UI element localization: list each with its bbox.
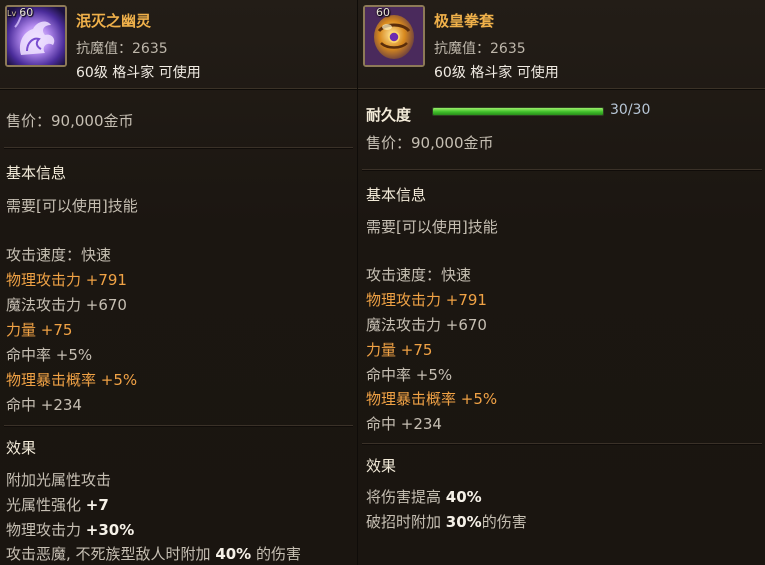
resist-value: 抗魔值：2635 bbox=[76, 41, 168, 57]
section-basic-info: 基本信息 bbox=[366, 186, 427, 204]
comparison-view: Lv 60 泯灭之幽灵 抗魔值：2635 60级 格斗家 可使用 售价：90,00… bbox=[0, 0, 765, 565]
stat-attack-speed: 攻击速度：快速 bbox=[6, 246, 112, 264]
stat-physical-crit: 物理暴击概率 +5% bbox=[366, 390, 498, 408]
effect-line: 破招时附加 30%的伤害 bbox=[366, 513, 527, 531]
stat-hit: 命中 +234 bbox=[6, 396, 82, 414]
stat-hit-rate: 命中率 +5% bbox=[366, 366, 453, 384]
durability-label: 耐久度 bbox=[366, 106, 412, 124]
stat-attack-speed: 攻击速度：快速 bbox=[366, 266, 472, 284]
section-effect: 效果 bbox=[366, 457, 397, 475]
effect-line: 附加光属性攻击 bbox=[6, 471, 112, 489]
stat-strength: 力量 +75 bbox=[6, 321, 73, 339]
effect-line: 将伤害提高 40% bbox=[366, 488, 482, 506]
price: 售价：90,000金币 bbox=[366, 134, 494, 152]
skill-requirement: 需要[可以使用]技能 bbox=[6, 197, 138, 215]
item-header-right: 60 极皇拳套 抗魔值：2635 60级 格斗家 可使用 bbox=[358, 0, 765, 89]
item-name: 极皇拳套 bbox=[434, 12, 495, 30]
section-basic-info: 基本信息 bbox=[6, 164, 67, 182]
stat-hit: 命中 +234 bbox=[366, 415, 442, 433]
effect-line: 物理攻击力 +30% bbox=[6, 521, 135, 539]
resist-value: 抗魔值：2635 bbox=[434, 41, 526, 57]
durability-fill bbox=[433, 108, 603, 115]
stat-strength: 力量 +75 bbox=[366, 341, 433, 359]
stat-physical-crit: 物理暴击概率 +5% bbox=[6, 371, 138, 389]
item-header-left: Lv 60 泯灭之幽灵 抗魔值：2635 60级 格斗家 可使用 bbox=[0, 0, 357, 89]
item-tooltip-right: 60 极皇拳套 抗魔值：2635 60级 格斗家 可使用 耐久度 30/30 售… bbox=[357, 0, 765, 565]
skill-requirement: 需要[可以使用]技能 bbox=[366, 218, 498, 236]
divider bbox=[362, 443, 762, 444]
item-level-badge: Lv 60 bbox=[7, 6, 34, 19]
stat-hit-rate: 命中率 +5% bbox=[6, 346, 93, 364]
divider bbox=[362, 169, 762, 170]
divider bbox=[4, 147, 353, 148]
section-effect: 效果 bbox=[6, 439, 37, 457]
stat-magic-attack: 魔法攻击力 +670 bbox=[6, 296, 127, 314]
stat-physical-attack: 物理攻击力 +791 bbox=[6, 271, 127, 289]
item-tooltip-left: Lv 60 泯灭之幽灵 抗魔值：2635 60级 格斗家 可使用 售价：90,00… bbox=[0, 0, 357, 565]
divider bbox=[4, 425, 353, 426]
stat-magic-attack: 魔法攻击力 +670 bbox=[366, 316, 487, 334]
effect-line: 攻击恶魔, 不死族型敌人时附加 40% 的伤害 bbox=[6, 545, 301, 563]
durability-bar bbox=[432, 107, 604, 116]
stat-physical-attack: 物理攻击力 +791 bbox=[366, 291, 487, 309]
item-level-badge: 60 bbox=[376, 6, 390, 19]
price: 售价：90,000金币 bbox=[6, 112, 134, 130]
effect-line: 光属性强化 +7 bbox=[6, 496, 109, 514]
usable-requirement: 60级 格斗家 可使用 bbox=[76, 65, 201, 81]
gauntlet-icon[interactable] bbox=[363, 5, 425, 67]
durability-value: 30/30 bbox=[610, 102, 651, 118]
item-name: 泯灭之幽灵 bbox=[76, 12, 152, 30]
usable-requirement: 60级 格斗家 可使用 bbox=[434, 65, 559, 81]
